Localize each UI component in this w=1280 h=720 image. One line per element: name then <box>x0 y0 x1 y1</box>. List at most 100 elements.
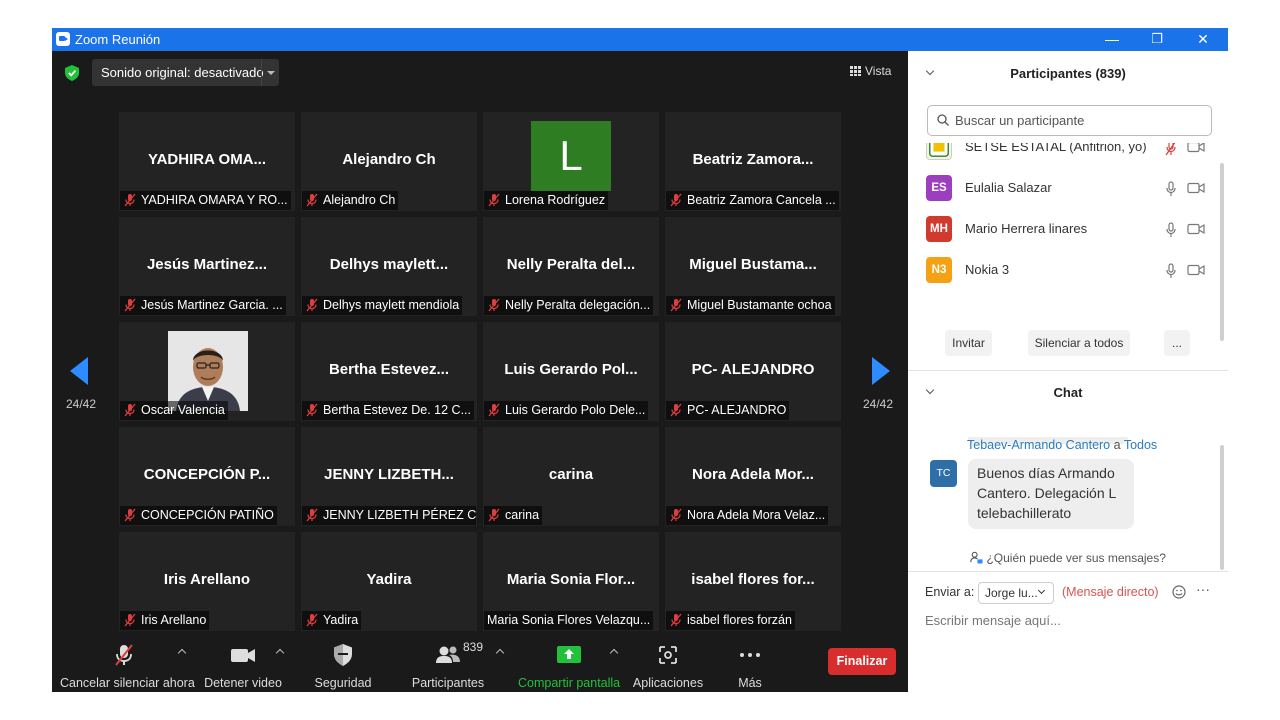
participant-video-tile[interactable]: Nora Adela Mor... Nora Adela Mora Velaz..… <box>665 427 841 526</box>
send-to-dropdown[interactable]: Jorge lu... <box>978 582 1054 604</box>
participant-video-tile[interactable]: PC- ALEJANDRO PC- ALEJANDRO <box>665 322 841 421</box>
participant-name: Bertha Estevez De. 12 C... <box>323 403 471 417</box>
search-placeholder: Buscar un participante <box>955 113 1085 128</box>
participants-count-badge: 839 <box>463 640 484 654</box>
participant-name-label: Nora Adela Mora Velaz... <box>666 506 829 525</box>
participant-video-tile[interactable]: Jesús Martinez... Jesús Martinez Garcia. … <box>119 217 295 316</box>
participant-video-tile[interactable]: isabel flores for... isabel flores forzán <box>665 532 841 631</box>
muted-mic-icon <box>124 613 136 627</box>
participant-video-tile[interactable]: L Lorena Rodríguez <box>483 112 659 211</box>
participant-name-label: Alejandro Ch <box>302 191 399 210</box>
participant-name-label: Miguel Bustamante ochoa <box>666 296 835 315</box>
participants-label: Participantes <box>411 676 485 690</box>
video-camera-icon[interactable] <box>1187 182 1205 194</box>
participant-name: Nora Adela Mora Velaz... <box>687 508 826 522</box>
participant-name: Iris Arellano <box>141 613 207 627</box>
arrow-right-icon <box>872 357 890 385</box>
video-camera-icon[interactable] <box>1187 264 1205 276</box>
participant-name: Delhys maylett mendiola <box>323 298 460 312</box>
participant-name-label: Yadira <box>302 611 362 630</box>
security-shield-icon <box>334 644 352 666</box>
participant-name: PC- ALEJANDRO <box>687 403 787 417</box>
participant-display-name: carina <box>548 466 594 483</box>
participants-more-button[interactable]: ... <box>1164 330 1190 356</box>
chat-message-input[interactable]: Escribir mensaje aquí... <box>925 613 1061 628</box>
chat-more-button[interactable]: ··· <box>1196 581 1210 597</box>
participant-video-tile[interactable]: carina carina <box>483 427 659 526</box>
apps-button[interactable]: Aplicaciones <box>631 631 705 690</box>
video-camera-icon[interactable] <box>1187 143 1205 153</box>
security-button[interactable]: Seguridad <box>308 631 378 690</box>
security-label: Seguridad <box>314 676 372 690</box>
video-camera-icon[interactable] <box>1187 223 1205 235</box>
participant-list-name: Nokia 3 <box>965 262 1010 277</box>
share-screen-button[interactable]: Compartir pantalla <box>518 631 620 690</box>
participant-display-name: CONCEPCIÓN P... <box>143 466 271 483</box>
participant-video-tile[interactable]: Beatriz Zamora... Beatriz Zamora Cancela … <box>665 112 841 211</box>
emoji-icon[interactable] <box>1172 585 1186 599</box>
participant-row[interactable]: N3 Nokia 3 <box>908 250 1213 291</box>
participant-name-label: Delhys maylett mendiola <box>302 296 463 315</box>
encryption-shield-icon[interactable] <box>65 65 79 81</box>
audio-options-caret-icon[interactable] <box>178 648 188 656</box>
minimize-button[interactable]: — <box>1089 28 1135 51</box>
participant-display-name: Maria Sonia Flor... <box>506 571 636 588</box>
close-button[interactable]: ✕ <box>1180 28 1226 51</box>
previous-page-button[interactable] <box>62 357 102 387</box>
stop-video-button[interactable]: Detener video <box>202 631 284 690</box>
participant-video-tile[interactable]: Miguel Bustama... Miguel Bustamante ochoa <box>665 217 841 316</box>
participant-name-label: Luis Gerardo Polo Dele... <box>484 401 649 420</box>
share-screen-label: Compartir pantalla <box>518 676 621 690</box>
view-button[interactable]: Vista <box>850 64 891 78</box>
muted-mic-icon[interactable] <box>1164 143 1178 156</box>
more-button[interactable]: Más <box>727 631 773 690</box>
next-page-button[interactable] <box>860 357 900 387</box>
search-icon <box>937 114 949 126</box>
video-options-caret-icon[interactable] <box>276 648 286 656</box>
chat-recipient[interactable]: Todos <box>1124 438 1157 452</box>
participant-video-tile[interactable]: Yadira Yadira <box>301 532 477 631</box>
participant-name: isabel flores forzán <box>687 613 792 627</box>
participant-search-input[interactable]: Buscar un participante <box>927 105 1212 136</box>
participant-video-tile[interactable]: Oscar Valencia <box>119 322 295 421</box>
participants-options-caret-icon[interactable] <box>496 648 506 656</box>
original-sound-dropdown[interactable]: Sonido original: desactivado <box>92 59 279 86</box>
title-bar: Zoom Reunión — ❐ ✕ <box>52 28 1228 51</box>
share-options-caret-icon[interactable] <box>610 648 620 656</box>
microphone-icon[interactable] <box>1164 263 1178 279</box>
participant-video-tile[interactable]: Luis Gerardo Pol... Luis Gerardo Polo Del… <box>483 322 659 421</box>
participant-video-tile[interactable]: Iris Arellano Iris Arellano <box>119 532 295 631</box>
video-camera-icon <box>231 649 255 662</box>
participant-row[interactable]: MH Mario Herrera linares <box>908 209 1213 250</box>
participant-name: Miguel Bustamante ochoa <box>687 298 832 312</box>
participant-row[interactable]: ES Eulalia Salazar <box>908 168 1213 209</box>
unmute-button[interactable]: Cancelar silenciar ahora <box>60 631 195 690</box>
chat-sender-name[interactable]: Tebaev-Armando Cantero <box>967 438 1110 452</box>
chat-to-word: a <box>1113 438 1121 452</box>
participant-video-tile[interactable]: Nelly Peralta del... Nelly Peralta delega… <box>483 217 659 316</box>
participant-display-name: JENNY LIZBETH... <box>324 466 454 483</box>
participant-video-tile[interactable]: Delhys maylett... Delhys maylett mendiola <box>301 217 477 316</box>
participant-video-tile[interactable]: Maria Sonia Flor... Maria Sonia Flores Ve… <box>483 532 659 631</box>
restore-button[interactable]: ❐ <box>1134 28 1180 51</box>
chevron-down-icon[interactable] <box>261 59 279 86</box>
person-lock-icon <box>970 551 983 564</box>
unmute-label: Cancelar silenciar ahora <box>60 676 195 690</box>
participant-video-tile[interactable]: Alejandro Ch Alejandro Ch <box>301 112 477 211</box>
invite-button[interactable]: Invitar <box>945 330 992 356</box>
participant-video-tile[interactable]: CONCEPCIÓN P... CONCEPCIÓN PATIÑO <box>119 427 295 526</box>
participant-video-tile[interactable]: YADHIRA OMA... YADHIRA OMARA Y RO... <box>119 112 295 211</box>
who-can-see-messages-link[interactable]: ¿Quién puede ver sus mensajes? <box>908 551 1228 565</box>
end-meeting-button[interactable]: Finalizar <box>828 648 896 675</box>
participant-name: Beatriz Zamora Cancela ... <box>687 193 836 207</box>
participant-name: Oscar Valencia <box>141 403 225 417</box>
participants-scrollbar[interactable] <box>1220 163 1224 341</box>
microphone-icon[interactable] <box>1164 222 1178 238</box>
participant-video-tile[interactable]: JENNY LIZBETH... JENNY LIZBETH PÉREZ C... <box>301 427 477 526</box>
muted-mic-icon <box>670 613 682 627</box>
participant-name: Lorena Rodríguez <box>505 193 606 207</box>
participant-video-tile[interactable]: Bertha Estevez... Bertha Estevez De. 12 C… <box>301 322 477 421</box>
participant-row[interactable]: SETSE ESTATAL (Anfitrión, yo) <box>908 143 1213 168</box>
mute-all-button[interactable]: Silenciar a todos <box>1028 330 1130 356</box>
microphone-icon[interactable] <box>1164 181 1178 197</box>
